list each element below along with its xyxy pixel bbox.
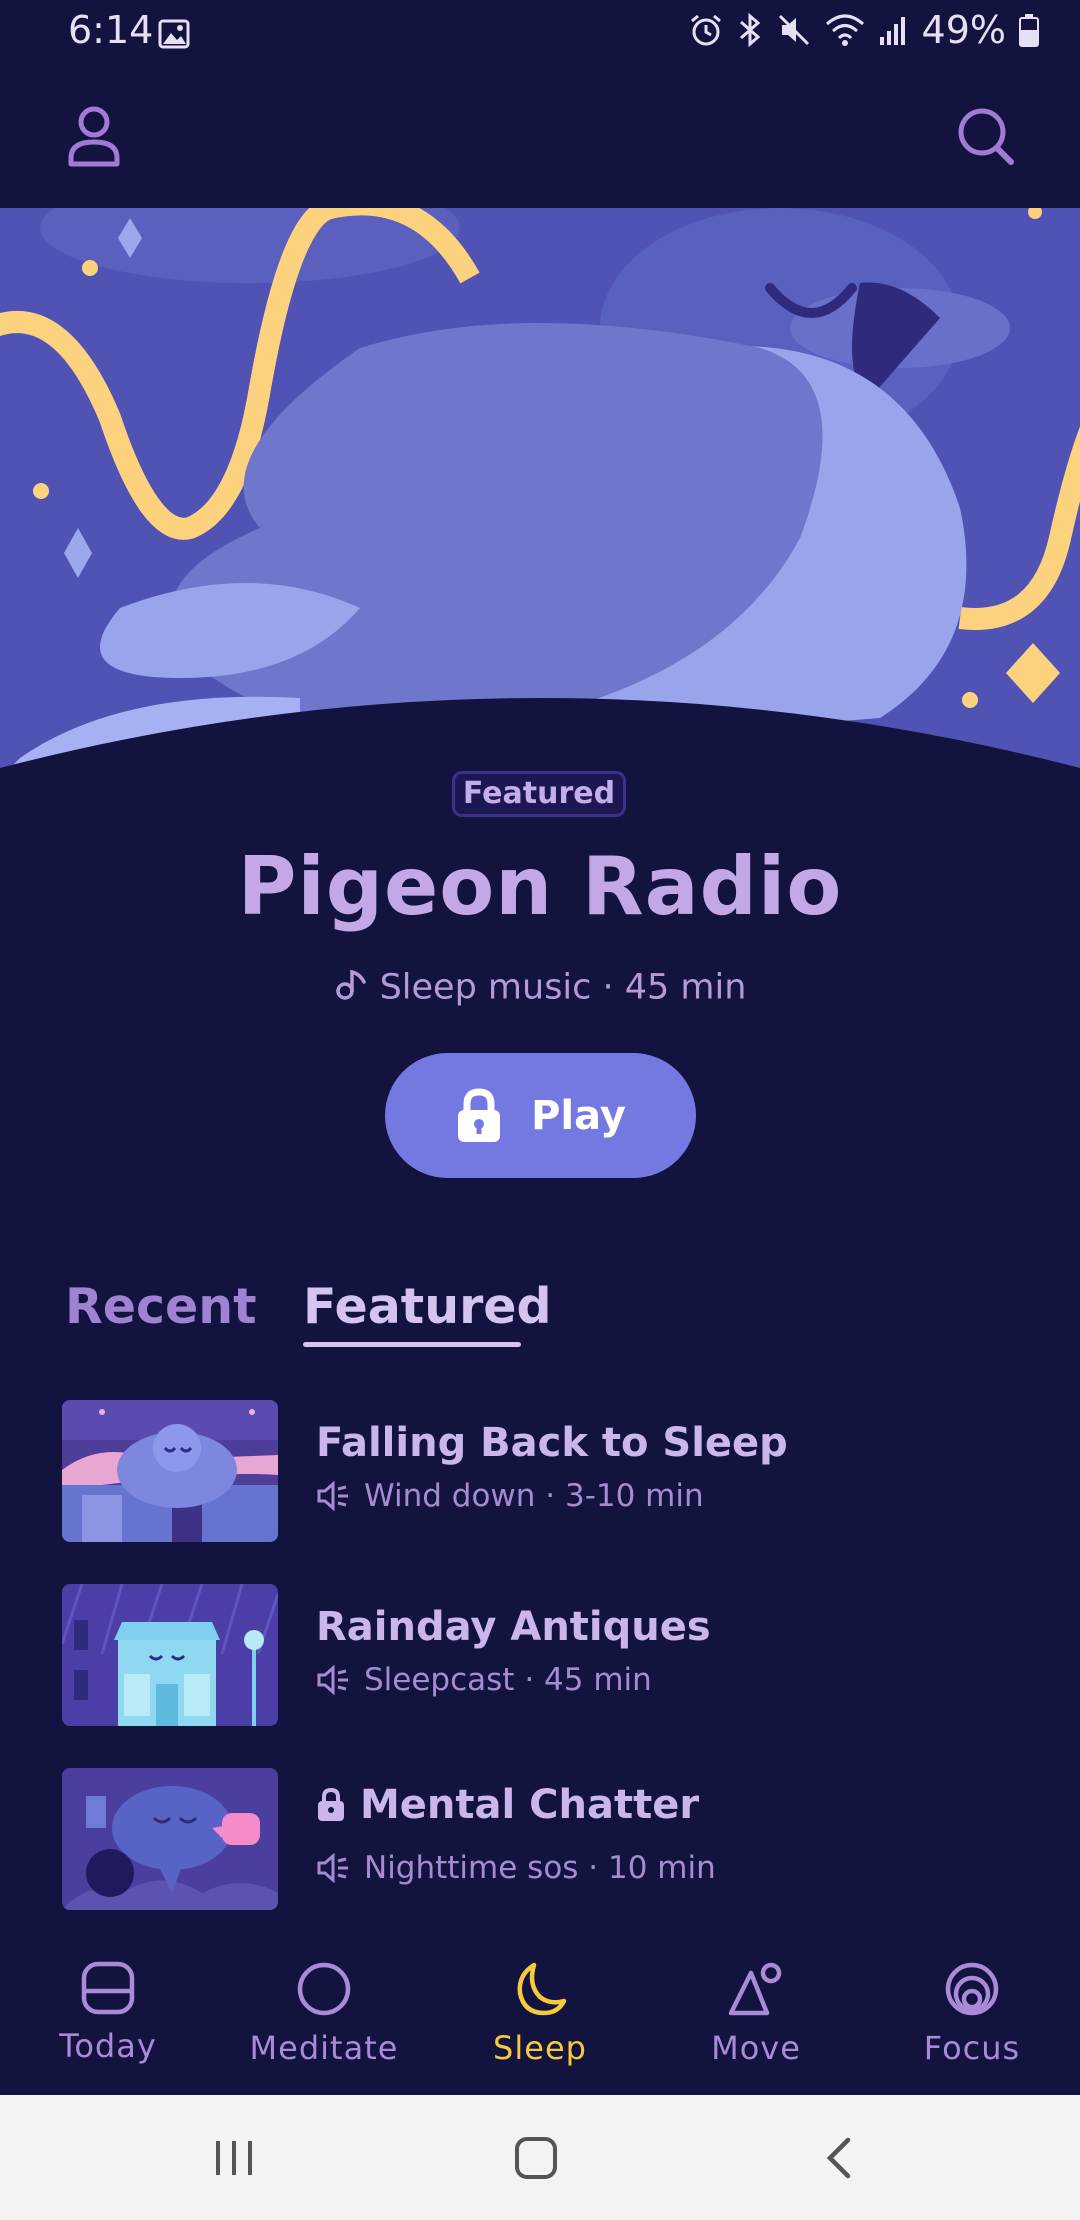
focus-icon [945,1962,999,2016]
play-button[interactable]: Play [385,1053,696,1178]
home-icon[interactable] [513,2135,559,2181]
nav-label-meditate: Meditate [249,2029,399,2067]
battery-icon [1019,14,1039,47]
bottom-nav: Today Meditate Sleep Move Focus [0,1935,1080,2095]
active-tab-indicator [303,1342,521,1347]
nav-meditate[interactable]: Meditate [216,1935,432,2095]
list-item[interactable]: Mental Chatter Nighttime sos · 10 min [62,1768,1022,1913]
nav-sleep[interactable]: Sleep [432,1935,648,2095]
nav-move[interactable]: Move [648,1935,864,2095]
list-item[interactable]: Rainday Antiques Sleepcast · 45 min [62,1584,1022,1729]
back-icon[interactable] [822,2137,856,2179]
featured-title: Pigeon Radio [237,840,843,933]
status-bar: 6:14 49% [0,0,1080,62]
featured-badge: Featured [452,771,626,817]
hero-illustration [0,208,1080,778]
status-time: 6:14 [68,8,154,52]
profile-icon[interactable] [66,104,122,168]
battery-percent: 49% [921,8,1006,52]
wifi-icon [825,14,864,46]
item-title: Rainday Antiques [316,1604,711,1650]
move-icon [728,1962,782,2016]
nav-label-focus: Focus [923,2029,1021,2067]
item-meta: Sleepcast · 45 min [316,1662,652,1698]
gallery-notification-icon [158,14,190,58]
status-icons: 49% [688,8,1040,52]
bluetooth-icon [739,12,760,48]
music-note-icon [334,966,370,1011]
speaker-icon [317,1481,348,1511]
nav-label-move: Move [711,2029,801,2067]
featured-meta-text: Sleep music · 45 min [379,967,747,1008]
lock-icon [318,1787,344,1821]
tab-featured[interactable]: Featured [303,1278,552,1335]
nav-focus[interactable]: Focus [864,1935,1080,2095]
play-label: Play [531,1092,626,1139]
search-icon[interactable] [956,104,1016,168]
lock-icon [458,1087,501,1142]
item-title-row: Mental Chatter [316,1782,699,1828]
item-meta-text: Nighttime sos · 10 min [364,1850,716,1886]
item-meta-text: Sleepcast · 45 min [364,1662,652,1698]
tab-recent[interactable]: Recent [65,1278,257,1335]
featured-meta: Sleep music · 45 min [0,966,1080,1011]
thumbnail-rainday-antiques [62,1584,278,1726]
meditate-icon [297,1962,351,2016]
today-icon [81,1961,135,2015]
item-meta: Wind down · 3-10 min [316,1478,704,1514]
speaker-icon [317,1665,348,1695]
signal-icon [879,17,905,45]
item-meta-text: Wind down · 3-10 min [364,1478,704,1514]
nav-label-today: Today [59,2027,157,2065]
item-meta: Nighttime sos · 10 min [316,1850,716,1886]
list-item[interactable]: Falling Back to Sleep Wind down · 3-10 m… [62,1400,1022,1545]
speaker-icon [317,1853,348,1883]
item-title: Falling Back to Sleep [316,1420,788,1466]
moon-icon [517,1962,567,2016]
mute-icon [778,14,809,46]
recent-apps-icon[interactable] [212,2139,256,2177]
nav-today[interactable]: Today [0,1935,216,2095]
system-nav-bar [0,2095,1080,2220]
nav-label-sleep: Sleep [493,2029,587,2067]
alarm-icon [690,14,721,46]
thumbnail-mental-chatter [62,1768,278,1910]
thumbnail-falling-back-to-sleep [62,1400,278,1542]
item-title: Mental Chatter [360,1782,700,1828]
